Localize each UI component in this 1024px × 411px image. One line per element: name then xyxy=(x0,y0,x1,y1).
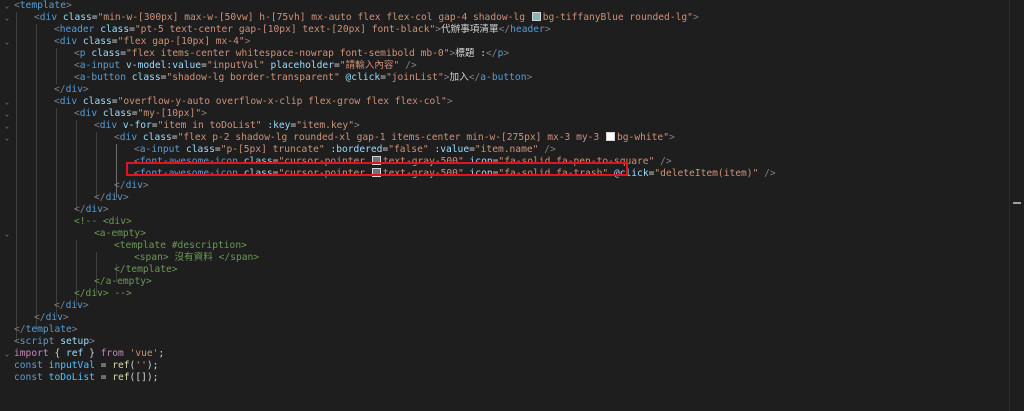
indent-guide xyxy=(56,48,57,84)
fold-gutter: ⌄ ⌄ ⌄ ⌄ ⌄ ⌄ ⌄ ⌄ ⌄ xyxy=(0,0,14,411)
code-line: <header class="pt-5 text-center gap-[10p… xyxy=(54,24,551,35)
code-line: <div class="min-w-[300px] max-w-[50vw] h… xyxy=(34,12,699,23)
tiffany-blue-color-swatch[interactable] xyxy=(531,12,541,21)
code-line: <a-button class="shadow-lg border-transp… xyxy=(74,72,533,83)
code-line: <div class="overflow-y-auto overflow-x-c… xyxy=(54,96,453,107)
code-line: </div> --> xyxy=(74,288,132,299)
scrollbar-marker xyxy=(1013,202,1021,204)
fold-chevron-icon[interactable]: ⌄ xyxy=(3,348,11,360)
code-line: <template #description> xyxy=(114,240,247,251)
code-line: <template> xyxy=(14,0,72,11)
fold-chevron-icon[interactable]: ⌄ xyxy=(3,12,11,24)
code-line: <div v-for="item in toDoList" :key="item… xyxy=(94,120,360,131)
code-line: <!-- <div> xyxy=(74,216,132,227)
indent-guide xyxy=(56,108,57,318)
code-line: </a-empty> xyxy=(94,276,152,287)
code-line: <span> 沒有資料 </span> xyxy=(134,252,260,263)
code-line: </div> xyxy=(54,84,89,95)
code-line: <script setup> xyxy=(14,336,95,347)
indent-guide xyxy=(16,12,17,342)
fold-chevron-icon[interactable]: ⌄ xyxy=(3,228,11,240)
fold-chevron-icon[interactable]: ⌄ xyxy=(3,36,11,48)
indent-guide xyxy=(36,24,37,330)
code-line: </template> xyxy=(114,264,178,275)
code-line: </div> xyxy=(34,312,69,323)
fold-chevron-icon[interactable]: ⌄ xyxy=(3,108,11,120)
indent-guide xyxy=(96,132,97,198)
code-line: </div> xyxy=(114,180,149,191)
code-line: const inputVal = ref(''); xyxy=(14,360,159,371)
fold-chevron-icon[interactable]: ⌄ xyxy=(3,132,11,144)
vertical-scrollbar[interactable] xyxy=(1009,0,1024,411)
red-highlight-box xyxy=(126,162,628,176)
code-line: <a-input class="p-[5px] truncate" :borde… xyxy=(134,144,556,155)
code-line: import { ref } from 'vue'; xyxy=(14,348,165,359)
code-line: <a-empty> xyxy=(94,228,146,239)
code-line: </div> xyxy=(54,300,89,311)
fold-chevron-icon[interactable]: ⌄ xyxy=(3,120,11,132)
code-line: </div> xyxy=(94,192,129,203)
fold-chevron-icon[interactable]: ⌄ xyxy=(3,96,11,108)
code-line: <a-input v-model:value="inputVal" placeh… xyxy=(74,60,417,71)
code-line: </div> xyxy=(74,204,109,215)
white-color-swatch[interactable] xyxy=(606,132,615,141)
code-line: <p class="flex items-center whitespace-n… xyxy=(74,48,510,59)
code-line: <div class="flex p-2 shadow-lg rounded-x… xyxy=(114,132,675,143)
code-line: <div class="flex gap-[10px] mx-4"> xyxy=(54,36,251,47)
code-editor[interactable]: ⌄ ⌄ ⌄ ⌄ ⌄ ⌄ ⌄ ⌄ ⌄ <template> <div class=… xyxy=(0,0,1024,411)
code-line: <div class="my-[10px]"> xyxy=(74,108,207,119)
code-line: const toDoList = ref([]); xyxy=(14,372,159,383)
fold-chevron-icon[interactable]: ⌄ xyxy=(3,0,11,12)
indent-guide xyxy=(76,120,77,210)
code-line: </template> xyxy=(14,324,78,335)
